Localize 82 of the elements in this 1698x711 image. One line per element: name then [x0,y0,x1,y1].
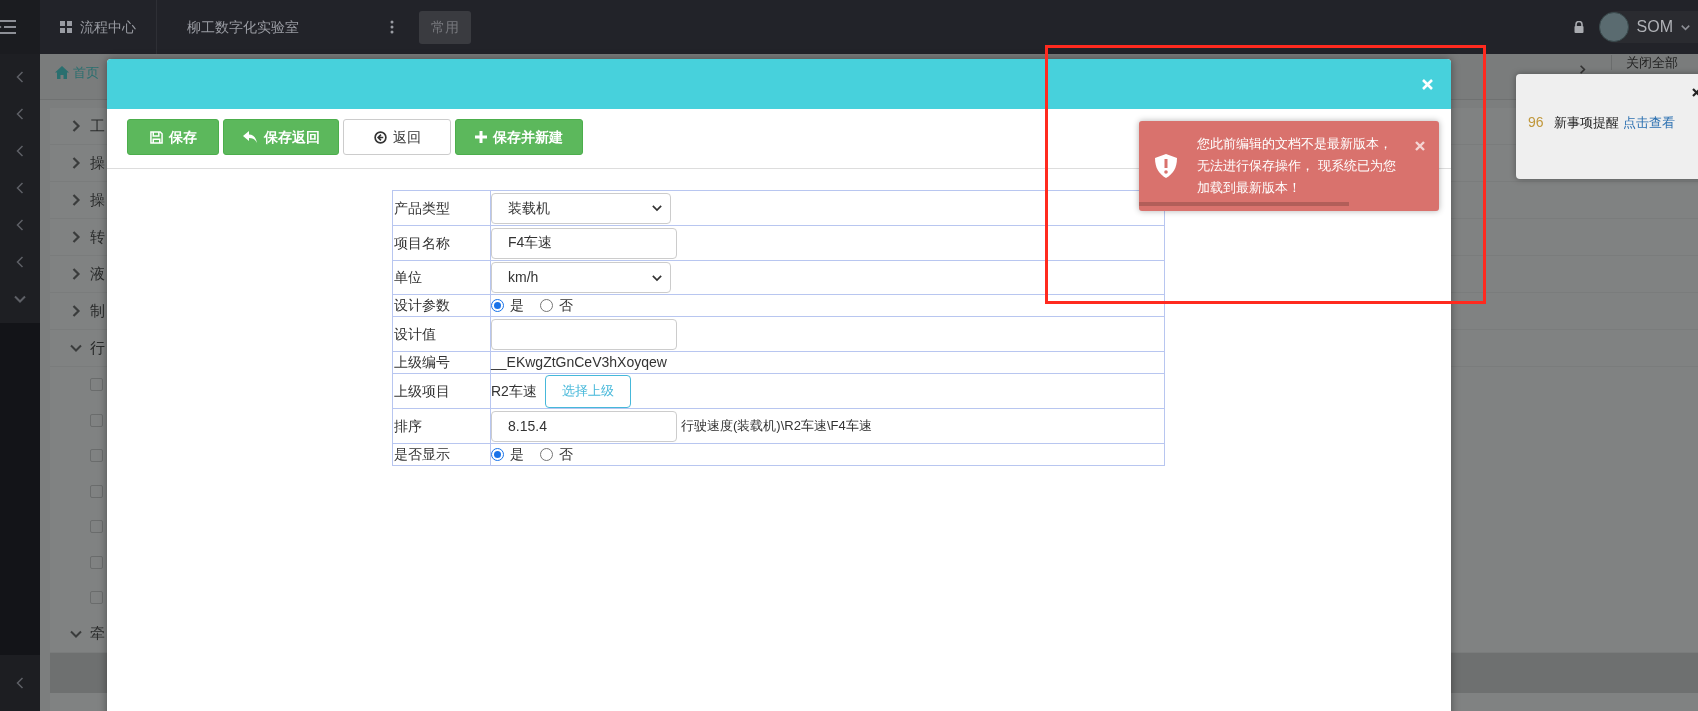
common-button[interactable]: 常用 [419,10,471,44]
tree-chevron-icon[interactable] [70,268,82,280]
field-label: 上级编号 [393,353,450,372]
save-icon [149,130,163,144]
menu-icon[interactable] [0,20,16,34]
close-all-tab[interactable]: 关闭全部 [1611,55,1678,70]
checkbox[interactable] [90,449,103,463]
checkbox[interactable] [90,520,103,534]
next-tabs-icon[interactable] [1578,64,1587,75]
tree-chevron-icon[interactable] [70,194,82,206]
radio-label: 否 [559,296,573,315]
select-field[interactable]: 装载机 [491,192,671,224]
select-parent-button[interactable]: 选择上级 [544,374,631,408]
shield-alert-icon [1155,154,1177,178]
radio-button[interactable] [491,448,504,461]
reply-arrow-icon [242,130,258,144]
checkbox[interactable] [90,591,103,605]
dropdown-caret-icon[interactable] [652,203,662,213]
checkbox[interactable] [90,413,103,427]
toast-message: 您此前编辑的文档不是最新版本，无法进行保存操作， 现系统已为您加载到最新版本！ [1197,135,1397,197]
rail-chevron-icon[interactable] [14,107,26,120]
notice-text: 新事项提醒 [1553,113,1619,132]
tree-item[interactable]: 操 [90,151,105,175]
toolbar-button[interactable]: 保存并新建 [455,119,583,155]
tree-item[interactable]: 工 [90,114,105,138]
checkbox[interactable] [90,555,103,569]
radio-button[interactable] [540,448,553,461]
view-link[interactable]: 点击查看 [1622,112,1675,133]
path-text: 行驶速度(装载机)\R2车速\F4车速 [681,417,872,436]
rail-chevron-icon[interactable] [14,255,26,268]
lock-icon[interactable] [1573,21,1584,33]
toolbar-button[interactable]: 保存返回 [223,119,339,155]
field-label: 上级项目 [393,381,450,401]
tree-item[interactable]: 制 [90,299,105,323]
plus-icon [475,131,487,143]
select-field[interactable]: km/h [491,262,671,293]
tree-chevron-icon[interactable] [70,157,82,169]
home-icon [55,66,69,80]
toolbar-button[interactable]: 返回 [343,119,451,155]
checkbox[interactable] [90,378,103,392]
text-input[interactable] [491,318,677,350]
rail-chevron-icon[interactable] [14,181,26,194]
radio-button[interactable] [540,299,553,312]
checkbox[interactable] [90,484,103,498]
field-label: 是否显示 [393,445,450,464]
tree-chevron-icon[interactable] [70,120,82,132]
rail-chevron-icon[interactable] [14,144,26,157]
radio-label: 否 [559,445,573,464]
tree-item[interactable]: 操 [90,188,105,212]
rail-chevron-icon[interactable] [14,677,26,689]
back-circle-icon [373,130,387,144]
tree-chevron-icon[interactable] [70,231,82,243]
tree-chevron-icon[interactable] [70,342,82,354]
field-label: 产品类型 [393,198,450,218]
parent-item-text: R2车速 [491,381,537,401]
field-label: 项目名称 [393,233,450,253]
field-label: 设计参数 [393,296,450,315]
dropdown-caret-icon[interactable] [652,272,662,283]
text-input[interactable]: 8.15.4 [491,410,677,442]
radio-label: 是 [510,296,524,315]
tree-item[interactable]: 转 [90,225,105,249]
tree-item[interactable]: 行 [90,336,105,360]
code-text: __EKwgZtGnCeV3hXoyqew [491,353,667,372]
user-menu[interactable]: SOM [1598,11,1698,43]
text-input[interactable]: F4车速 [491,227,677,259]
caret-icon[interactable] [1681,22,1690,32]
more-vertical-icon[interactable] [390,20,394,34]
avatar [1598,12,1629,42]
radio-label: 是 [510,445,524,464]
rail-chevron-icon[interactable] [14,70,26,83]
grid-icon [60,21,72,33]
radio-button[interactable] [491,299,504,312]
tree-item[interactable]: 牵 [90,622,105,645]
field-label: 设计值 [393,324,436,344]
tree-chevron-icon[interactable] [70,305,82,317]
field-label: 排序 [393,416,422,436]
rail-chevron-icon[interactable] [14,218,26,231]
field-label: 单位 [393,268,422,287]
notice-count: 96 [1528,113,1544,132]
nav-link[interactable]: 柳工数字化实验室 [157,0,387,54]
toolbar-button[interactable]: 保存 [127,119,219,155]
tree-item[interactable]: 液 [90,262,105,286]
